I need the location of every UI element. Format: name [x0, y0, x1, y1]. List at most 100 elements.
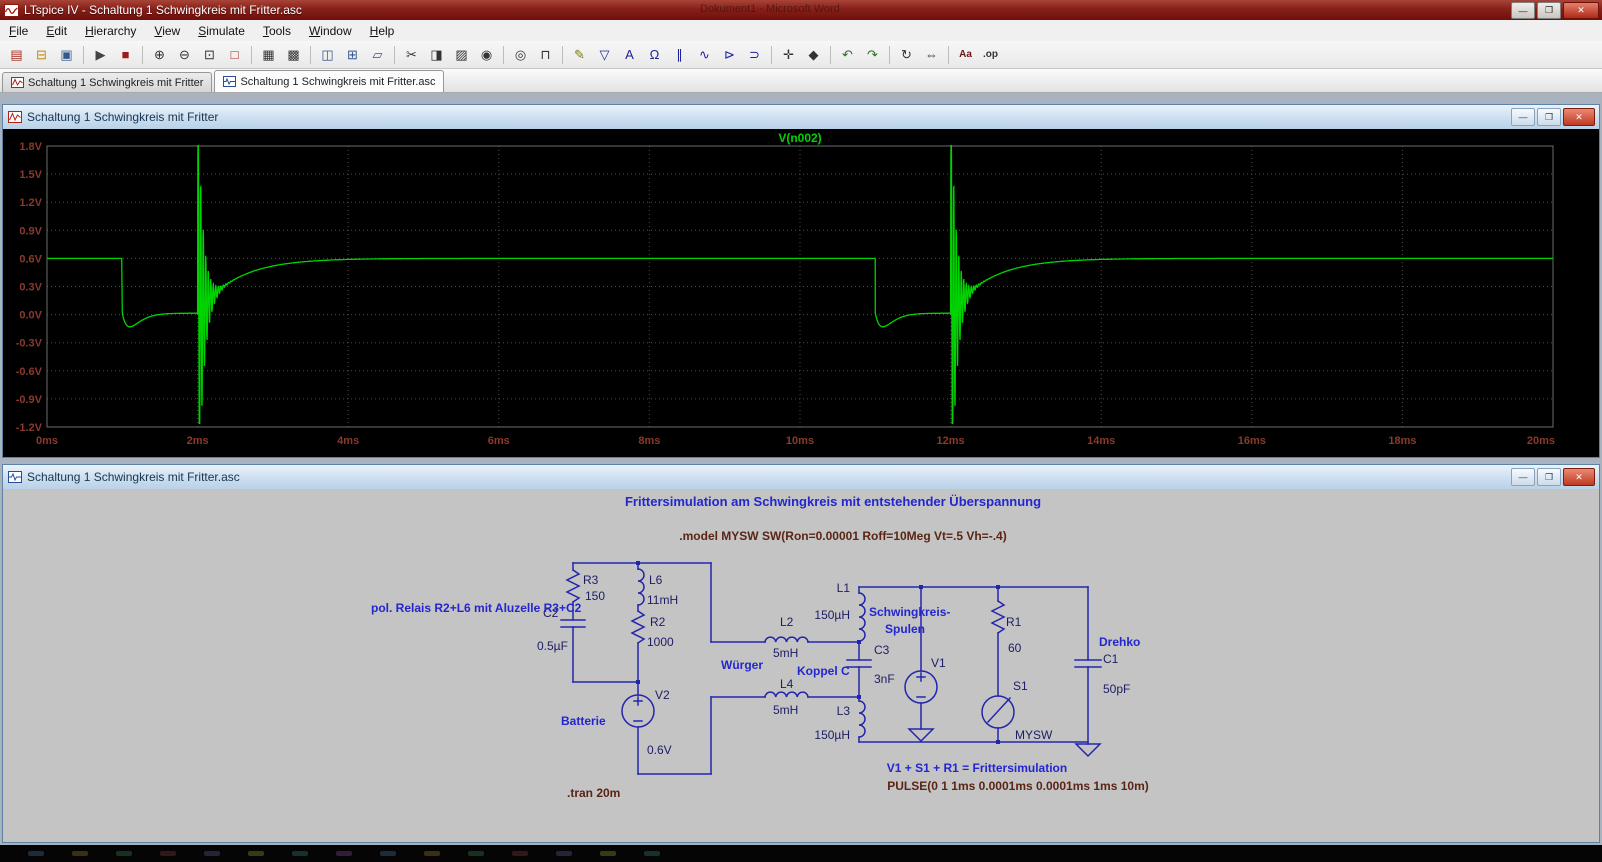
zoom-full-extents-icon[interactable]: □ [222, 43, 247, 66]
tile-horizontally-icon[interactable]: ⊞ [340, 43, 365, 66]
value-S1: MYSW [1015, 728, 1053, 742]
zoom-in-icon[interactable]: ⊕ [147, 43, 172, 66]
grid-icon[interactable]: ▦ [256, 43, 281, 66]
schematic-close-button[interactable]: ✕ [1563, 468, 1595, 486]
cut-icon[interactable]: ✂ [399, 43, 424, 66]
text-icon[interactable]: Aa [953, 43, 978, 66]
value-L1: 150µH [814, 608, 850, 622]
waveform-window-titlebar[interactable]: Schaltung 1 Schwingkreis mit Fritter — ❐… [3, 105, 1599, 130]
schematic-window-icon [8, 471, 22, 483]
schematic-minimize-button[interactable]: — [1511, 468, 1535, 486]
label-R1: R1 [1006, 615, 1022, 629]
undo-icon[interactable]: ↶ [835, 43, 860, 66]
menu-edit[interactable]: Edit [37, 21, 76, 41]
save-icon[interactable]: ▣ [54, 43, 79, 66]
inductor-icon[interactable]: ∿ [692, 43, 717, 66]
y-axis-tick-label: 0.6V [19, 253, 42, 265]
capacitor-icon[interactable]: ∥ [667, 43, 692, 66]
drag-icon[interactable]: ◆ [801, 43, 826, 66]
open-icon[interactable]: ⊟ [29, 43, 54, 66]
model-directive-text[interactable]: .model MYSW SW(Ron=0.00001 Roff=10Meg Vt… [679, 529, 1006, 543]
spice-directive-icon[interactable]: .op [978, 43, 1003, 66]
waveform-maximize-button[interactable]: ❐ [1537, 108, 1561, 126]
label-L1: L1 [837, 581, 851, 595]
taskbar-app-sliver [28, 851, 44, 856]
menu-window[interactable]: Window [300, 21, 361, 41]
waveform-minimize-button[interactable]: — [1511, 108, 1535, 126]
value-L3: 150µH [814, 728, 850, 742]
taskbar-app-sliver [116, 851, 132, 856]
schematic-window-titlebar[interactable]: Schaltung 1 Schwingkreis mit Fritter.asc… [3, 465, 1599, 490]
menu-help[interactable]: Help [361, 21, 404, 41]
taskbar-app-sliver [468, 851, 484, 856]
minimize-button[interactable]: — [1511, 2, 1535, 19]
x-axis-tick-label: 10ms [786, 435, 814, 447]
print-preview-icon[interactable]: ◎ [508, 43, 533, 66]
tile-vertically-icon[interactable]: ◫ [315, 43, 340, 66]
trace-legend[interactable]: V(n002) [778, 131, 821, 145]
waveform-window-icon [8, 111, 22, 123]
rotate-icon[interactable]: ↻ [894, 43, 919, 66]
zoom-out-icon[interactable]: ⊖ [172, 43, 197, 66]
menu-tools[interactable]: Tools [254, 21, 300, 41]
toolbar-separator [948, 46, 949, 64]
inductor-L4-symbol [765, 692, 808, 697]
redo-icon[interactable]: ↷ [860, 43, 885, 66]
x-axis-tick-label: 2ms [187, 435, 209, 447]
taskbar-app-sliver [600, 851, 616, 856]
find-icon[interactable]: ◉ [474, 43, 499, 66]
menu-file[interactable]: File [0, 21, 37, 41]
copy-icon[interactable]: ◨ [424, 43, 449, 66]
value-L4: 5mH [773, 703, 798, 717]
comment-schwingkreis-line2: Spulen [885, 622, 925, 636]
value-R3: 150 [585, 589, 605, 603]
ground-icon[interactable]: ▽ [592, 43, 617, 66]
y-axis-tick-label: -1.2V [16, 422, 43, 434]
tran-directive-text[interactable]: .tran 20m [567, 786, 620, 800]
label-L4: L4 [780, 677, 794, 691]
schematic-tab-icon [223, 76, 236, 87]
wire-icon[interactable]: ✎ [567, 43, 592, 66]
maximize-button[interactable]: ❐ [1537, 2, 1561, 19]
label-L6: L6 [649, 573, 663, 587]
close-button[interactable]: ✕ [1563, 2, 1599, 19]
toolbar-separator [394, 46, 395, 64]
resistor-icon[interactable]: Ω [642, 43, 667, 66]
taskbar-app-sliver [248, 851, 264, 856]
paste-icon[interactable]: ▨ [449, 43, 474, 66]
tabbar: Schaltung 1 Schwingkreis mit Fritter Sch… [0, 69, 1602, 93]
mirror-icon[interactable]: ⇔ [919, 43, 944, 66]
schematic-maximize-button[interactable]: ❐ [1537, 468, 1561, 486]
resistor-R3-symbol [567, 570, 579, 602]
tab-waveform-label: Schaltung 1 Schwingkreis mit Fritter [28, 77, 203, 89]
run-icon[interactable]: ▶ [88, 43, 113, 66]
autorange-icon[interactable]: ▩ [281, 43, 306, 66]
x-axis-tick-label: 0ms [36, 435, 58, 447]
resistor-R1-symbol [992, 601, 1004, 633]
waveform-plot-area[interactable]: 1.8V1.5V1.2V0.9V0.6V0.3V0.0V-0.3V-0.6V-0… [3, 129, 1599, 457]
y-axis-tick-label: 0.3V [19, 282, 42, 294]
pulse-directive-text[interactable]: PULSE(0 1 1ms 0.0001ms 0.0001ms 1ms 10m) [887, 779, 1149, 793]
cascade-windows-icon[interactable]: ▱ [365, 43, 390, 66]
zoom-area-icon[interactable]: ⊡ [197, 43, 222, 66]
tab-waveform[interactable]: Schaltung 1 Schwingkreis mit Fritter [2, 72, 212, 92]
menu-view[interactable]: View [145, 21, 189, 41]
value-C3: 3nF [874, 672, 895, 686]
halt-icon[interactable]: ■ [113, 43, 138, 66]
diode-icon[interactable]: ⊳ [717, 43, 742, 66]
print-icon[interactable]: ⊓ [533, 43, 558, 66]
main-titlebar[interactable]: LTspice IV - Schaltung 1 Schwingkreis mi… [0, 0, 1602, 20]
net-label-icon[interactable]: A [617, 43, 642, 66]
menu-simulate[interactable]: Simulate [189, 21, 254, 41]
waveform-close-button[interactable]: ✕ [1563, 108, 1595, 126]
move-icon[interactable]: ✛ [776, 43, 801, 66]
comment-wuerger: Würger [721, 658, 763, 672]
label-V1: V1 [931, 656, 946, 670]
tab-schematic[interactable]: Schaltung 1 Schwingkreis mit Fritter.asc [214, 70, 444, 92]
menu-hierarchy[interactable]: Hierarchy [76, 21, 145, 41]
new-schematic-icon[interactable]: ▤ [4, 43, 29, 66]
value-C1: 50pF [1103, 682, 1130, 696]
component-icon[interactable]: ⊃ [742, 43, 767, 66]
schematic-canvas[interactable]: Frittersimulation am Schwingkreis mit en… [3, 489, 1599, 842]
y-axis-tick-label: 0.9V [19, 225, 42, 237]
